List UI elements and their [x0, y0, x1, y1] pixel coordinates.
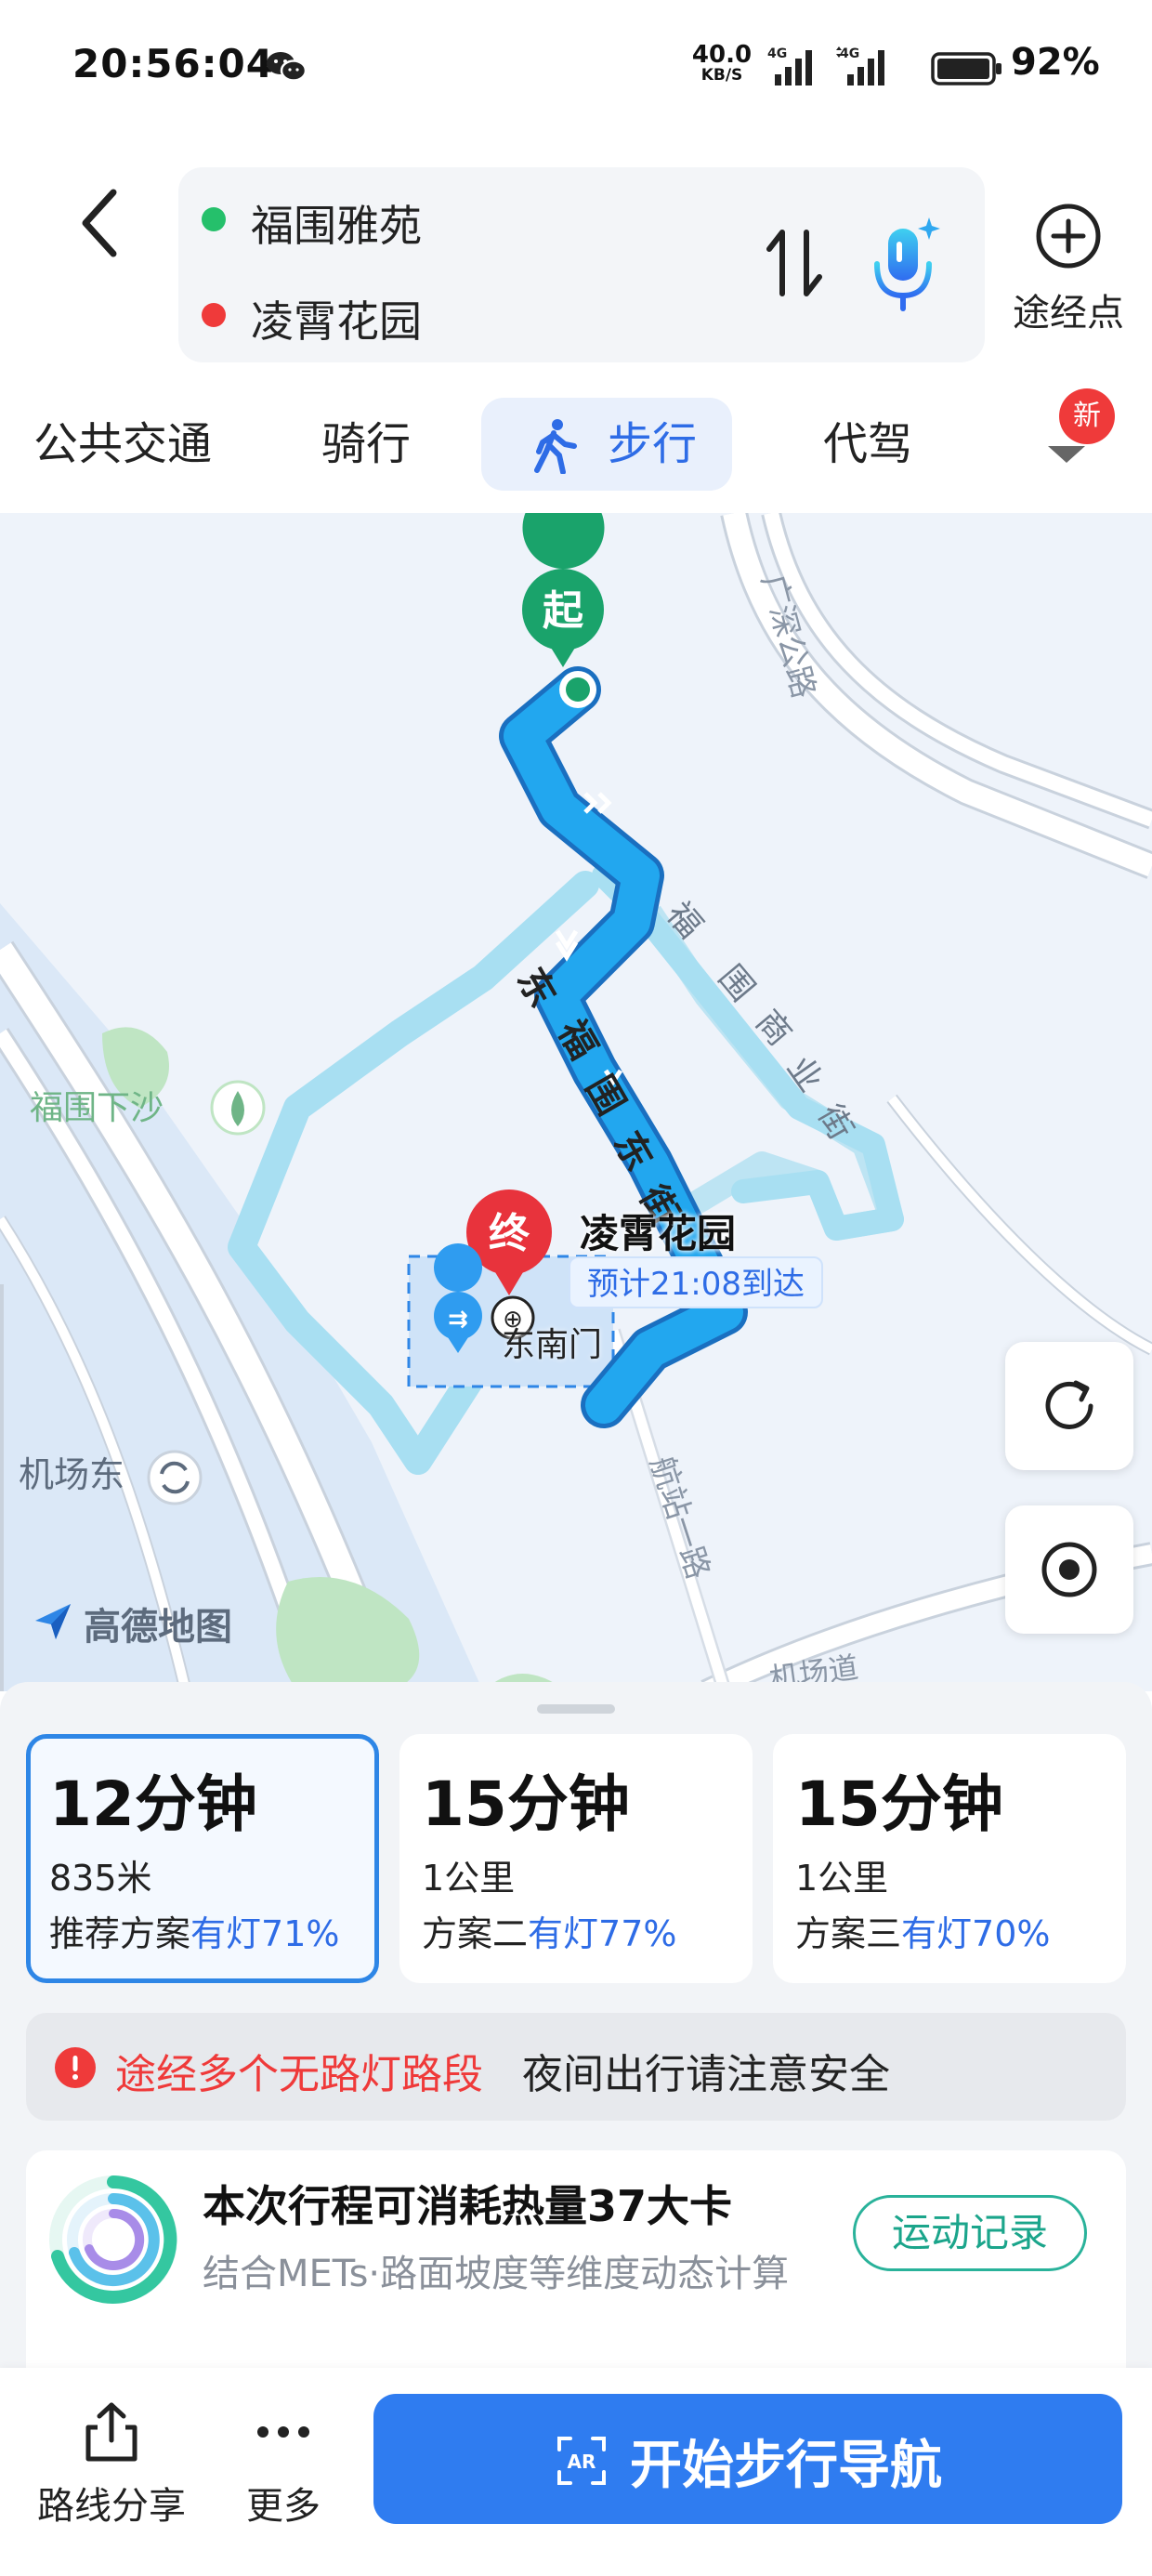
drag-handle[interactable] [537, 1704, 615, 1714]
option-plan: 推荐方案 [49, 1913, 191, 1954]
calorie-title: 本次行程可消耗热量37大卡 [203, 2181, 733, 2231]
share-icon [85, 2402, 137, 2462]
svg-text:4G: 4G [840, 46, 859, 61]
option-light: 有灯77% [528, 1913, 677, 1954]
option-duration: 15分钟 [422, 1768, 630, 1840]
locate-me-button[interactable] [1005, 1505, 1133, 1634]
option-distance: 1公里 [795, 1858, 889, 1899]
signal-4g-icon: 4G [767, 46, 812, 85]
route-option-2[interactable]: 15分钟 1公里 方案二有灯77% [399, 1734, 753, 1983]
add-waypoint-button[interactable]: 途经点 [1003, 201, 1133, 340]
bottom-action-bar: 路线分享 更多 AR 开始步行导航 [0, 2368, 1152, 2576]
waypoint-label: 途经点 [1013, 292, 1124, 335]
add-circle-icon [1036, 204, 1101, 269]
svg-text:AR: AR [568, 2451, 596, 2473]
signal-4g-icon-2: 4G [836, 46, 884, 85]
refresh-route-button[interactable] [1005, 1342, 1133, 1470]
option-desc: 方案三有灯70% [795, 1905, 1050, 1956]
more-label: 更多 [246, 2485, 321, 2528]
svg-text:终: 终 [489, 1210, 530, 1257]
tab-bike[interactable]: 骑行 [321, 398, 411, 491]
svg-text:⇉: ⇉ [448, 1306, 468, 1334]
tab-walk[interactable]: 步行 [481, 398, 732, 491]
gate-label: 东南门 [502, 1326, 603, 1364]
status-bar: 20:56:04 40.0 KB/S 4G 4G 92% [0, 0, 1152, 139]
option-distance: 835米 [49, 1858, 152, 1899]
refresh-icon [1045, 1380, 1093, 1429]
safety-warning-bar[interactable]: 途经多个无路灯路段 夜间出行请注意安全 [26, 2013, 1126, 2121]
warning-text: 夜间出行请注意安全 [522, 2051, 890, 2098]
calorie-subtitle: 结合METs·路面坡度等维度动态计算 [203, 2253, 790, 2295]
svg-text:福围下沙: 福围下沙 [30, 1089, 164, 1127]
swap-route-icon[interactable] [762, 221, 827, 305]
option-light: 有灯70% [901, 1913, 1051, 1954]
route-header: 福围雅苑 凌霄花园 途经点 [0, 139, 1152, 381]
route-option-1[interactable]: 12分钟 835米 推荐方案有灯71% [26, 1734, 379, 1983]
start-walk-navigation-button[interactable]: AR 开始步行导航 [373, 2394, 1122, 2524]
option-duration: 15分钟 [795, 1768, 1003, 1840]
wechat-icon [267, 52, 307, 82]
destination-field[interactable]: 凌霄花园 [178, 268, 736, 361]
tab-transit[interactable]: 公共交通 [33, 398, 212, 491]
option-plan: 方案二 [422, 1913, 529, 1954]
location-target-icon [1041, 1542, 1097, 1597]
svg-text:航站一路: 航站一路 [642, 1452, 716, 1584]
option-light: 有灯71% [190, 1913, 340, 1954]
amap-logo-text: 高德地图 [84, 1606, 232, 1649]
back-button[interactable] [67, 181, 132, 265]
voice-input-icon[interactable] [864, 214, 946, 316]
map-view[interactable]: 起 终 ⇉ ⊕ 广深公路 福 围 商 业 街 东 福 围 东 街 航站一路 机场… [0, 513, 1152, 1691]
battery-percent: 92% [1011, 41, 1100, 84]
info-alert-icon [55, 2047, 96, 2088]
option-desc: 方案二有灯77% [422, 1905, 676, 1956]
exercise-record-button[interactable]: 运动记录 [853, 2195, 1087, 2271]
tab-walk-label: 步行 [608, 418, 698, 470]
option-duration: 12分钟 [49, 1768, 257, 1840]
net-speed-value: 40.0 [691, 41, 753, 69]
option-desc: 推荐方案有灯71% [49, 1905, 339, 1956]
new-badge: 新 [1059, 388, 1115, 444]
travel-mode-tabs: 公共交通 骑行 步行 代驾 [0, 381, 1152, 511]
activity-ring-icon [49, 2175, 177, 2304]
eta-tag: 预计21:08到达 [569, 1256, 823, 1308]
tab-driver[interactable]: 代驾 [823, 398, 912, 491]
route-option-3[interactable]: 15分钟 1公里 方案三有灯70% [773, 1734, 1126, 1983]
calorie-card: 本次行程可消耗热量37大卡 结合METs·路面坡度等维度动态计算 运动记录 [26, 2150, 1126, 2392]
option-distance: 1公里 [422, 1858, 516, 1899]
map-canvas: 起 终 ⇉ ⊕ 广深公路 福 围 商 业 街 东 福 围 东 街 航站一路 机场… [0, 513, 1152, 1691]
destination-map-label: 凌霄花园 [580, 1211, 737, 1256]
route-input-box: 福围雅苑 凌霄花园 [178, 167, 985, 362]
warning-highlight: 途经多个无路灯路段 [115, 2051, 483, 2098]
battery-icon [931, 52, 1001, 85]
walking-person-icon [534, 419, 577, 474]
svg-text:机场东: 机场东 [19, 1454, 124, 1495]
destination-text: 凌霄花园 [251, 296, 422, 347]
svg-text:广深公路: 广深公路 [753, 571, 822, 703]
option-plan: 方案三 [795, 1913, 902, 1954]
net-speed-unit: KB/S [700, 66, 743, 85]
more-dots-icon [257, 2426, 309, 2438]
start-navigation-label: 开始步行导航 [630, 2436, 942, 2496]
svg-text:起: 起 [543, 587, 584, 635]
destination-dot-icon [202, 303, 226, 327]
amap-arrow-icon [35, 1604, 71, 1639]
route-sheet: 12分钟 835米 推荐方案有灯71% 15分钟 1公里 方案二有灯77% 15… [0, 1682, 1152, 2392]
more-button[interactable]: 更多 [214, 2399, 353, 2548]
origin-text: 福围雅苑 [251, 201, 422, 251]
status-time: 20:56:04 [72, 41, 274, 86]
origin-dot-icon [202, 207, 226, 231]
ar-icon: AR [557, 2437, 606, 2485]
svg-text:4G: 4G [767, 46, 787, 61]
share-label: 路线分享 [37, 2485, 186, 2528]
share-route-button[interactable]: 路线分享 [28, 2399, 195, 2548]
net-speed: 40.0 KB/S [689, 43, 754, 84]
origin-field[interactable]: 福围雅苑 [178, 172, 736, 265]
